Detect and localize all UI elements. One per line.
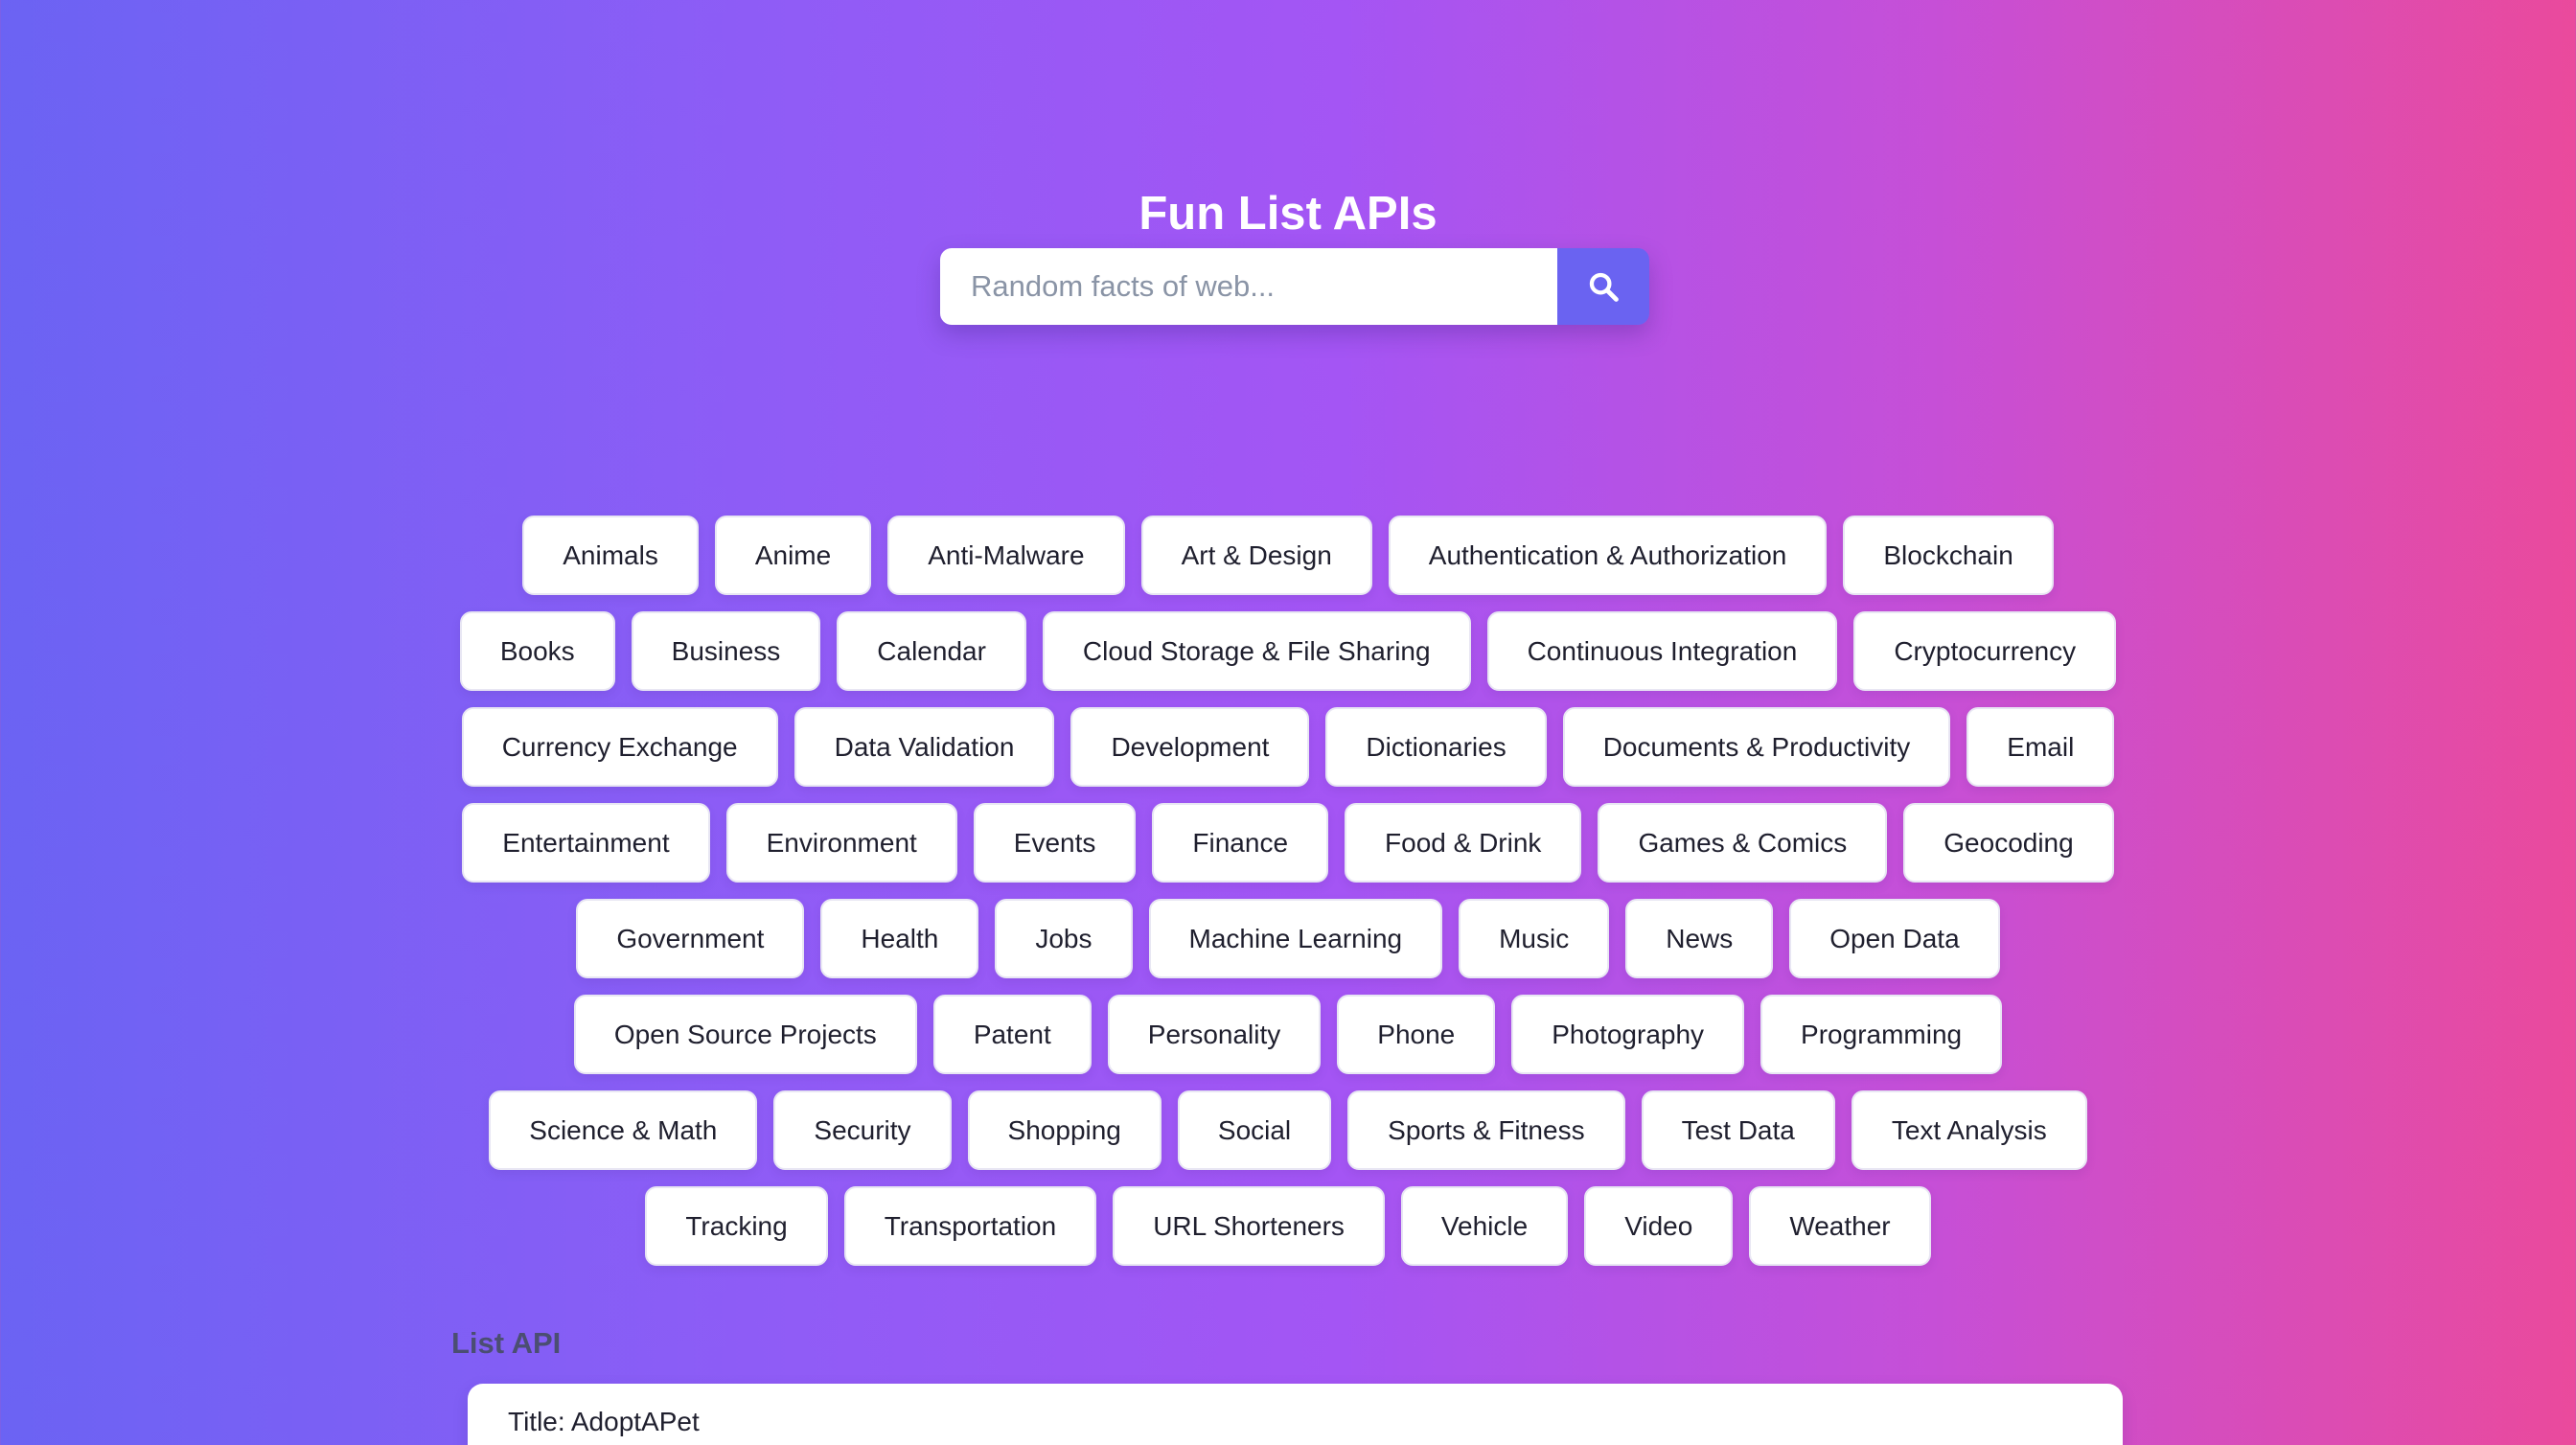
category-tag-blockchain[interactable]: Blockchain — [1843, 516, 2054, 595]
category-tag-books[interactable]: Books — [459, 611, 615, 691]
category-row: Government Health Jobs Machine Learning Musi… — [443, 899, 2133, 978]
category-tag-url-shorteners[interactable]: URL Shorteners — [1113, 1186, 1385, 1266]
category-tag-dictionaries[interactable]: Dictionaries — [1325, 707, 1547, 787]
category-row: Open Source Projects Patent Personality Pho… — [443, 995, 2133, 1074]
category-tag-video[interactable]: Video — [1584, 1186, 1734, 1266]
category-tag-data-validation[interactable]: Data Validation — [794, 707, 1055, 787]
category-tag-business[interactable]: Business — [631, 611, 821, 691]
list-item-title: Title: AdoptAPet — [508, 1407, 700, 1436]
category-tag-news[interactable]: News — [1625, 899, 1774, 978]
category-tag-music[interactable]: Music — [1459, 899, 1610, 978]
search-bar — [940, 248, 1649, 325]
category-tag-photography[interactable]: Photography — [1511, 995, 1745, 1074]
category-row: Books Business Calendar Cloud Storage & Fil… — [443, 611, 2133, 691]
category-tag-government[interactable]: Government — [576, 899, 805, 978]
category-tag-jobs[interactable]: Jobs — [995, 899, 1133, 978]
category-row: Entertainment Environment Events Finance Foo… — [443, 803, 2133, 883]
category-tag-anime[interactable]: Anime — [714, 516, 872, 595]
category-tag-anti-malware[interactable]: Anti-Malware — [887, 516, 1125, 595]
list-item[interactable]: Title: AdoptAPet — [468, 1384, 2123, 1445]
category-tag-test-data[interactable]: Test Data — [1641, 1090, 1835, 1170]
category-tag-sports-and-fitness[interactable]: Sports & Fitness — [1347, 1090, 1625, 1170]
category-tag-art-and-design[interactable]: Art & Design — [1140, 516, 1372, 595]
page-title: Fun List APIs — [1138, 187, 1438, 240]
category-tag-entertainment[interactable]: Entertainment — [462, 803, 710, 883]
category-tag-transportation[interactable]: Transportation — [843, 1186, 1097, 1266]
search-input[interactable] — [940, 248, 1557, 325]
category-row: Tracking Transportation URL Shorteners Vehi… — [443, 1186, 2133, 1266]
category-tag-vehicle[interactable]: Vehicle — [1400, 1186, 1569, 1266]
category-tag-authentication-and-authorization[interactable]: Authentication & Authorization — [1388, 516, 1828, 595]
search-button[interactable] — [1557, 248, 1649, 325]
category-row: Currency Exchange Data Validation Developm… — [443, 707, 2133, 787]
list-section-label: List API — [451, 1326, 562, 1360]
category-tag-tracking[interactable]: Tracking — [645, 1186, 828, 1266]
category-row: Science & Math Security Shopping Social Spor… — [443, 1090, 2133, 1170]
category-tag-open-data[interactable]: Open Data — [1789, 899, 2000, 978]
category-tag-games-and-comics[interactable]: Games & Comics — [1598, 803, 1888, 883]
category-tag-currency-exchange[interactable]: Currency Exchange — [461, 707, 778, 787]
category-tags: Animals Anime Anti-Malware Art & Design Auth… — [443, 516, 2133, 1266]
category-tag-health[interactable]: Health — [820, 899, 979, 978]
category-tag-programming[interactable]: Programming — [1760, 995, 2003, 1074]
category-tag-machine-learning[interactable]: Machine Learning — [1148, 899, 1443, 978]
category-tag-continuous-integration[interactable]: Continuous Integration — [1486, 611, 1838, 691]
category-tag-finance[interactable]: Finance — [1152, 803, 1329, 883]
category-tag-open-source-projects[interactable]: Open Source Projects — [573, 995, 917, 1074]
category-tag-weather[interactable]: Weather — [1749, 1186, 1931, 1266]
category-tag-geocoding[interactable]: Geocoding — [1903, 803, 2114, 883]
category-tag-development[interactable]: Development — [1070, 707, 1310, 787]
category-tag-shopping[interactable]: Shopping — [967, 1090, 1162, 1170]
category-tag-security[interactable]: Security — [773, 1090, 952, 1170]
category-tag-text-analysis[interactable]: Text Analysis — [1851, 1090, 2087, 1170]
category-tag-social[interactable]: Social — [1177, 1090, 1332, 1170]
category-tag-cloud-storage-and-file-sharing[interactable]: Cloud Storage & File Sharing — [1042, 611, 1471, 691]
category-tag-events[interactable]: Events — [973, 803, 1137, 883]
category-tag-personality[interactable]: Personality — [1107, 995, 1322, 1074]
search-icon — [1589, 272, 1619, 302]
category-tag-patent[interactable]: Patent — [932, 995, 1092, 1074]
category-tag-food-and-drink[interactable]: Food & Drink — [1345, 803, 1582, 883]
category-tag-animals[interactable]: Animals — [522, 516, 699, 595]
category-tag-science-and-math[interactable]: Science & Math — [489, 1090, 758, 1170]
category-tag-phone[interactable]: Phone — [1337, 995, 1496, 1074]
category-tag-cryptocurrency[interactable]: Cryptocurrency — [1853, 611, 2117, 691]
category-tag-documents-and-productivity[interactable]: Documents & Productivity — [1562, 707, 1951, 787]
category-tag-calendar[interactable]: Calendar — [837, 611, 1026, 691]
category-tag-email[interactable]: Email — [1966, 707, 2115, 787]
category-tag-environment[interactable]: Environment — [725, 803, 957, 883]
category-row: Animals Anime Anti-Malware Art & Design Auth… — [443, 516, 2133, 595]
